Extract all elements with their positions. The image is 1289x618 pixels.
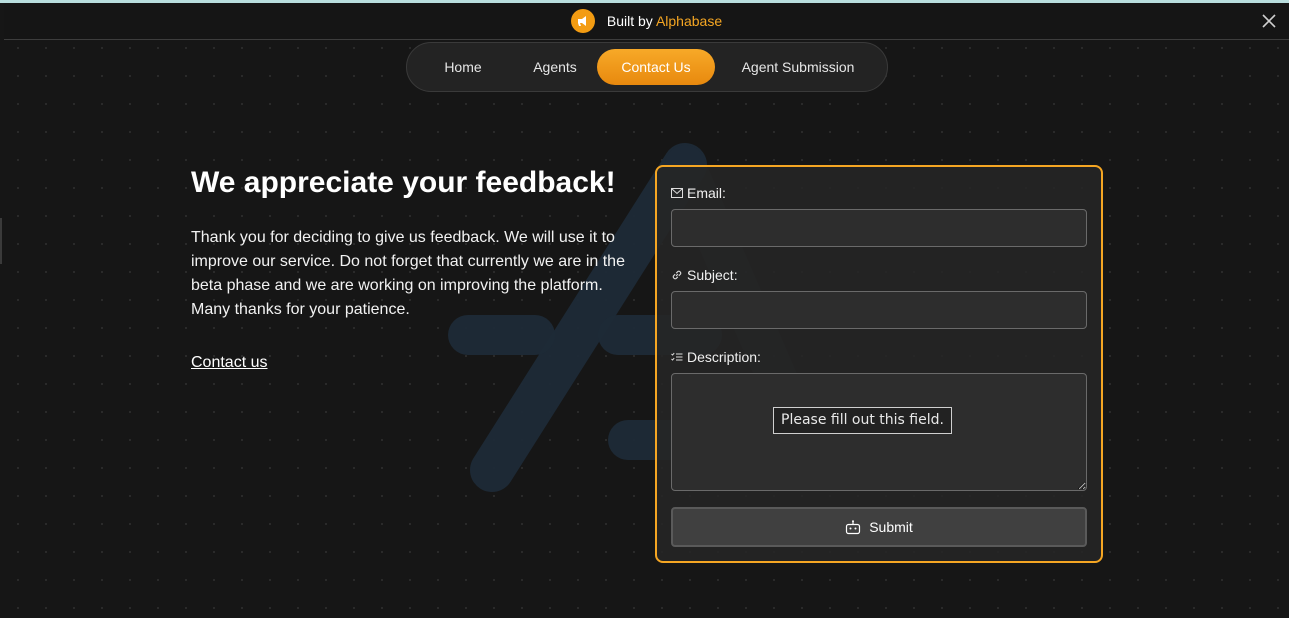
side-tab[interactable] [0,218,2,264]
link-icon [672,270,682,280]
page-description: Thank you for deciding to give us feedba… [191,229,625,318]
feedback-intro: We appreciate your feedback! Thank you f… [191,168,631,372]
list-check-icon [671,352,683,361]
description-label: Description: [671,349,761,365]
page-title: We appreciate your feedback! [191,166,616,199]
robot-icon [846,519,861,534]
submit-button[interactable]: Submit [671,507,1087,547]
subject-label-text: Subject: [687,267,738,283]
email-label: Email: [671,185,726,201]
validation-tooltip: Please fill out this field. [773,407,952,434]
email-label-text: Email: [687,185,726,201]
mail-icon [671,188,683,198]
announcement-banner: Built by Alphabase [4,3,1289,40]
submit-label: Submit [869,519,913,535]
nav-item-contact-us[interactable]: Contact Us [597,49,715,85]
banner-brand-link[interactable]: Alphabase [656,13,722,29]
contact-us-link[interactable]: Contact us [191,354,267,372]
nav-item-agents[interactable]: Agents [513,49,597,85]
feedback-form: Email: Subject: Description: Please fill… [655,165,1103,563]
banner-text: Built by Alphabase [607,13,722,29]
description-label-text: Description: [687,349,761,365]
close-icon[interactable] [1259,11,1279,31]
nav-item-home[interactable]: Home [413,49,513,85]
main-nav: Home Agents Contact Us Agent Submission [406,42,888,92]
banner-prefix: Built by [606,13,653,29]
megaphone-icon [570,9,595,33]
nav-item-agent-submission[interactable]: Agent Submission [715,49,881,85]
subject-field[interactable] [671,291,1087,329]
subject-label: Subject: [671,267,738,283]
email-field[interactable] [671,209,1087,247]
